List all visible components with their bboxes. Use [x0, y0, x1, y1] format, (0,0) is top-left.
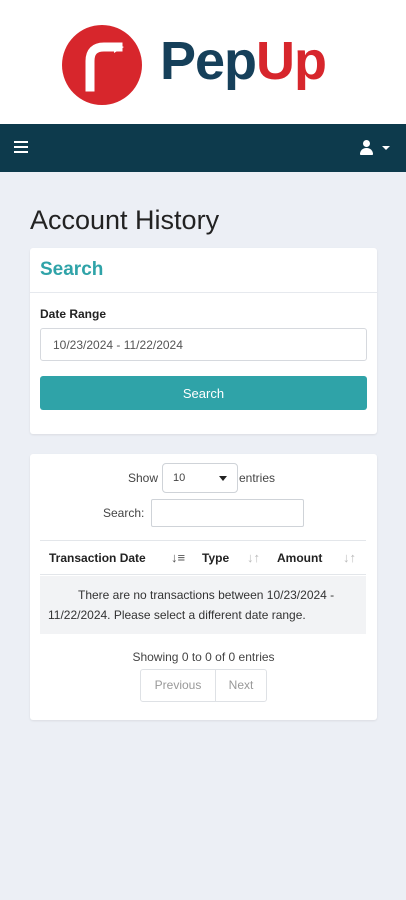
date-range-input[interactable] — [40, 328, 367, 361]
entries-label: entries — [239, 471, 276, 485]
pagination: Previous Next — [140, 669, 267, 702]
table-search-input[interactable] — [151, 499, 304, 527]
page-title: Account History — [30, 205, 220, 235]
chevron-down-icon — [219, 475, 227, 481]
search-panel: Search Date Range Search — [30, 248, 377, 434]
brand-name-up: Up — [256, 31, 327, 91]
user-icon-body — [360, 148, 373, 155]
caret-down-icon — [382, 146, 390, 150]
empty-table-message: There are no transactions between 10/23/… — [40, 576, 366, 634]
transactions-table-panel: Show 10 entries Search: Transaction Date… — [30, 454, 377, 720]
hamburger-icon[interactable] — [14, 140, 28, 154]
table-search-label: Search: — [103, 506, 145, 520]
brand-header: PepUp — [0, 0, 406, 124]
table-header-row: Transaction Date ↓≡ Type ↓↑ Amount ↓↑ — [40, 540, 366, 575]
user-icon — [363, 140, 370, 147]
column-transaction-date[interactable]: Transaction Date — [49, 551, 146, 565]
show-label: Show — [128, 471, 159, 485]
brand-name-pep: Pep — [160, 31, 257, 91]
next-page-button[interactable]: Next — [216, 670, 266, 701]
empty-message-line-1: There are no transactions between 10/23/… — [78, 588, 335, 602]
entries-length-value: 10 — [173, 472, 186, 484]
user-menu-button[interactable] — [358, 138, 394, 158]
search-panel-title: Search — [40, 259, 104, 280]
entries-length-select[interactable]: 10 — [162, 463, 238, 493]
pepup-logo-icon — [62, 25, 142, 105]
previous-page-button[interactable]: Previous — [141, 670, 216, 701]
table-info-text: Showing 0 to 0 of 0 entries — [132, 650, 275, 664]
search-panel-header: Search — [30, 248, 377, 293]
column-type[interactable]: Type — [202, 551, 229, 565]
column-amount[interactable]: Amount — [277, 551, 322, 565]
sort-descending-icon[interactable]: ↓≡ — [171, 550, 185, 565]
brand-name: PepUp — [160, 30, 327, 92]
search-button[interactable]: Search — [40, 376, 367, 410]
sort-icon[interactable]: ↓↑ — [247, 550, 260, 565]
sort-icon[interactable]: ↓↑ — [343, 550, 356, 565]
date-range-label: Date Range — [40, 307, 107, 321]
empty-message-line-2: 11/22/2024. Please select a different da… — [48, 608, 306, 622]
top-navbar — [0, 124, 406, 172]
